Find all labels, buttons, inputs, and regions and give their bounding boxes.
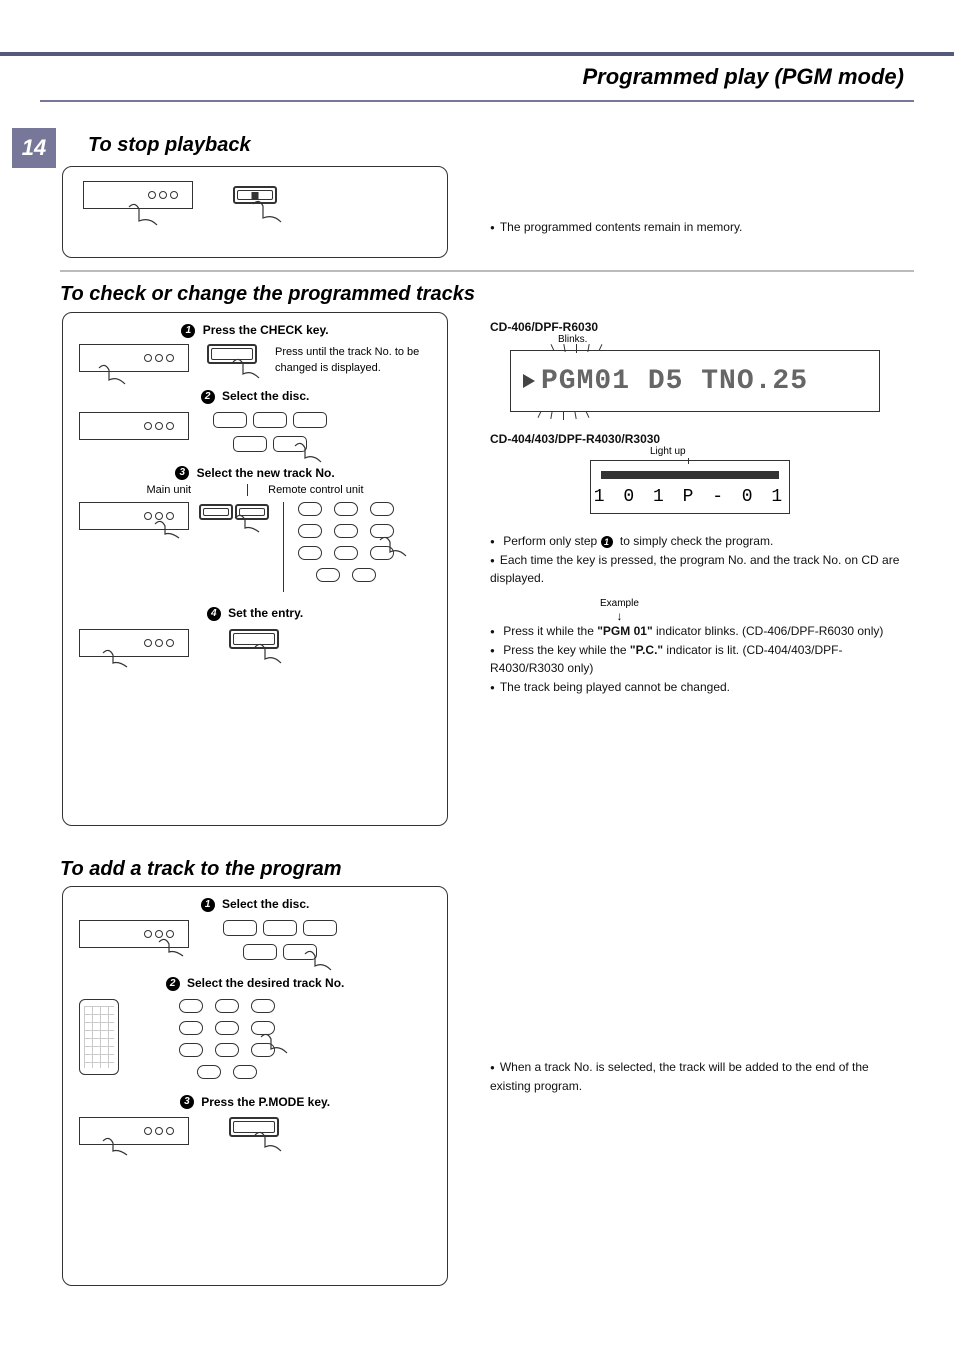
step3-label: Select the new track No. — [197, 466, 335, 480]
add-note: When a track No. is selected, the track … — [490, 1058, 910, 1095]
step-number-1: 1 — [201, 898, 215, 912]
main-unit-figure — [79, 1117, 189, 1145]
step2-label: Select the disc. — [222, 389, 309, 403]
disc-keys-row1 — [213, 412, 327, 428]
check-note-3: Press it while the "PGM 01" indicator bl… — [490, 622, 910, 641]
top-rule — [0, 52, 954, 56]
press-finger-icon — [157, 938, 187, 960]
section-divider — [60, 270, 914, 272]
step-number-3: 3 — [180, 1095, 194, 1109]
remote-figure — [79, 999, 119, 1075]
section-stop-title: To stop playback — [88, 134, 251, 157]
remote-numpad-figure — [298, 502, 394, 582]
remote-unit-label: Remote control unit — [247, 484, 363, 496]
section-add-title: To add a track to the program — [60, 858, 342, 881]
press-finger-icon — [233, 514, 263, 536]
press-finger-icon — [97, 364, 129, 388]
step1-subtext: Press until the track No. to be changed … — [275, 344, 431, 377]
add-step3-label: Press the P.MODE key. — [201, 1095, 330, 1109]
add-step2-label: Select the desired track No. — [187, 976, 344, 990]
press-finger-icon — [253, 643, 285, 667]
step-number-3: 3 — [175, 466, 189, 480]
step-number-2: 2 — [201, 390, 215, 404]
check-note-2: Each time the key is pressed, the progra… — [490, 551, 910, 588]
main-unit-figure — [79, 344, 189, 372]
prev-track-key — [199, 504, 233, 520]
model-b-label: CD-404/403/DPF-R4030/R3030 — [490, 432, 660, 446]
panel-add: 1 Select the disc. 2 — [62, 886, 448, 1286]
step1-label: Press the CHECK key. — [203, 323, 329, 337]
step-number-2: 2 — [166, 977, 180, 991]
press-finger-icon — [293, 442, 327, 468]
panel-stop — [62, 166, 448, 258]
main-unit-label: Main unit — [146, 484, 191, 496]
display-b-text: 1 0 1 P - 0 1 — [591, 487, 789, 507]
step-number-4: 4 — [207, 607, 221, 621]
press-finger-icon — [259, 1033, 291, 1059]
model-a-label: CD-406/DPF-R6030 — [490, 320, 598, 334]
step4-label: Set the entry. — [228, 606, 303, 620]
display-a-text: PGM01 D5 TNO.25 — [541, 366, 808, 397]
press-finger-icon — [101, 1137, 131, 1159]
check-note-1: Perform only step 1 to simply check the … — [490, 532, 910, 551]
display-cd406: PGM01 D5 TNO.25 — [510, 350, 880, 412]
press-finger-icon — [101, 649, 131, 671]
main-unit-figure — [79, 629, 189, 657]
check-note-5: The track being played cannot be changed… — [490, 678, 910, 697]
page-number: 14 — [12, 128, 56, 168]
display-cd404: 1 0 1 P - 0 1 — [590, 460, 790, 514]
stop-note: The programmed contents remain in memory… — [490, 218, 910, 237]
main-unit-figure — [79, 412, 189, 440]
remote-numpad-figure — [179, 999, 275, 1079]
press-finger-icon — [253, 1131, 285, 1155]
add-step1-label: Select the disc. — [222, 897, 309, 911]
press-finger-icon — [251, 200, 287, 228]
disc-keys-row1 — [223, 920, 337, 936]
press-finger-icon — [153, 520, 183, 542]
press-finger-icon — [231, 358, 263, 382]
panel-check: 1 Press the CHECK key. Press until the t… — [62, 312, 448, 826]
lightup-label: Light up — [650, 446, 686, 457]
header-divider — [40, 100, 914, 102]
check-note-4: Press the key while the "P.C." indicator… — [490, 641, 910, 678]
example-label: Example ↓ — [600, 598, 639, 623]
header-title: Programmed play (PGM mode) — [582, 64, 904, 90]
press-finger-icon — [303, 950, 337, 976]
step-number-1: 1 — [181, 324, 195, 338]
section-check-title: To check or change the programmed tracks — [60, 283, 475, 306]
press-finger-icon — [127, 203, 163, 231]
press-finger-icon — [378, 536, 410, 562]
